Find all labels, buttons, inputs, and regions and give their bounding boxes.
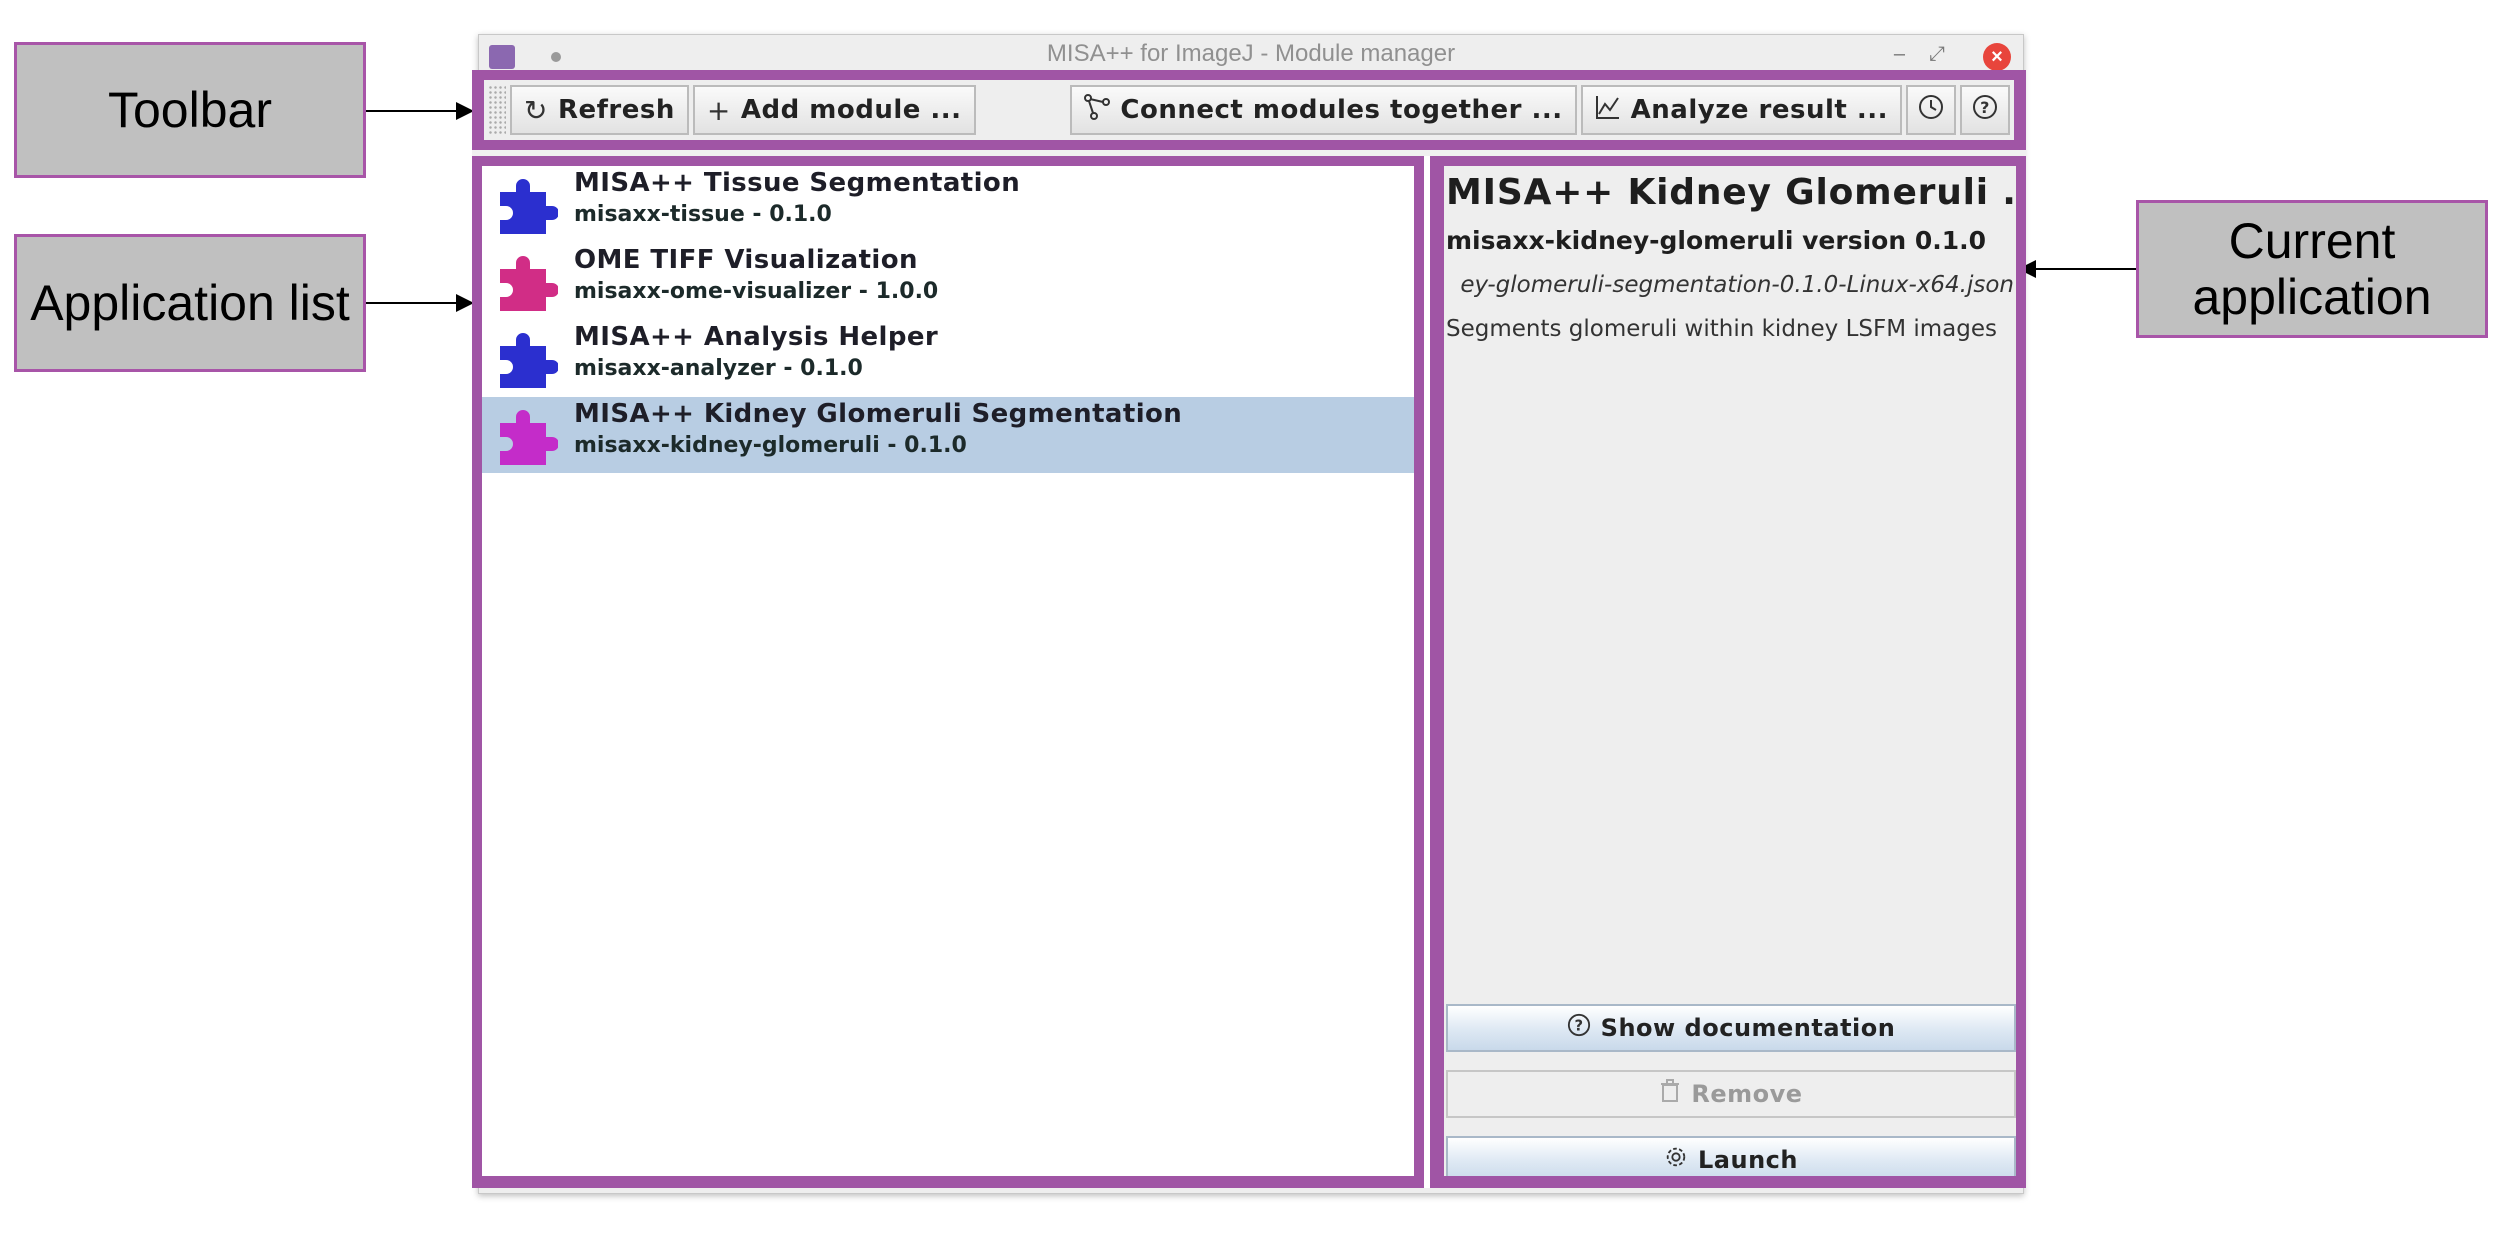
toolbar: ↻ Refresh + Add module ... Connect modul… [484, 80, 2014, 140]
remove-button[interactable]: Remove [1446, 1070, 2016, 1118]
puzzle-piece-icon [496, 405, 559, 467]
module-title: MISA++ Tissue Segmentation [574, 168, 1021, 198]
toolbar-grip[interactable] [488, 85, 506, 135]
launch-button[interactable]: Launch [1446, 1136, 2016, 1176]
toolbar-callout: Toolbar [14, 42, 366, 178]
trash-icon [1659, 1079, 1681, 1109]
module-subtitle: misaxx-tissue - 0.1.0 [574, 202, 832, 227]
chart-icon [1595, 94, 1621, 127]
module-subtitle: misaxx-analyzer - 0.1.0 [574, 356, 863, 381]
show-documentation-label: Show documentation [1600, 1014, 1896, 1042]
title-bar: MISA++ for ImageJ - Module manager – ⤢ × [479, 35, 2023, 73]
refresh-button[interactable]: ↻ Refresh [510, 85, 689, 135]
current-application-highlight: MISA++ Kidney Glomeruli ... misaxx-kidne… [1430, 156, 2026, 1188]
add-module-button[interactable]: + Add module ... [692, 85, 976, 135]
application-list: MISA++ Tissue Segmentation misaxx-tissue … [482, 166, 1414, 1176]
svg-text:?: ? [1574, 1018, 1583, 1035]
graph-icon [1084, 93, 1111, 127]
show-documentation-button[interactable]: ? Show documentation [1446, 1004, 2016, 1052]
window-title: MISA++ for ImageJ - Module manager [1046, 40, 1456, 67]
module-list-item[interactable]: MISA++ Tissue Segmentation misaxx-tissue … [482, 166, 1414, 242]
analyze-result-button[interactable]: Analyze result ... [1580, 85, 1902, 135]
toolbar-callout-label: Toolbar [108, 82, 272, 138]
module-list-item[interactable]: OME TIFF Visualization misaxx-ome-visuali… [482, 243, 1414, 319]
remove-label: Remove [1691, 1080, 1803, 1108]
current-application-callout-label-1: Current [2228, 213, 2396, 269]
current-application-panel: MISA++ Kidney Glomeruli ... misaxx-kidne… [1444, 166, 2016, 1176]
application-list-callout-label: Application list [30, 275, 350, 331]
refresh-icon: ↻ [524, 93, 548, 127]
module-title: MISA++ Analysis Helper [574, 322, 939, 352]
toolbar-highlight: ↻ Refresh + Add module ... Connect modul… [472, 70, 2026, 150]
minimize-icon[interactable]: – [1894, 43, 1905, 65]
toolbar-arrow [366, 102, 474, 120]
analyze-result-label: Analyze result ... [1630, 95, 1888, 125]
gear-icon [1664, 1145, 1688, 1175]
puzzle-piece-icon [496, 174, 559, 236]
svg-text:?: ? [1980, 98, 1990, 117]
maximize-icon[interactable]: ⤢ [1929, 43, 1945, 65]
current-application-callout-label-2: application [2192, 269, 2432, 325]
application-list-highlight: MISA++ Tissue Segmentation misaxx-tissue … [472, 156, 1424, 1188]
module-title: MISA++ Kidney Glomeruli Segmentation [574, 399, 1183, 429]
module-list-item[interactable]: MISA++ Kidney Glomeruli Segmentation misa… [482, 397, 1414, 473]
current-application-callout: Current application [2136, 200, 2488, 338]
current-application-title: MISA++ Kidney Glomeruli ... [1446, 172, 2016, 213]
add-module-label: Add module ... [740, 95, 962, 125]
connect-modules-button[interactable]: Connect modules together ... [1070, 85, 1577, 135]
pin-icon[interactable] [551, 52, 561, 62]
current-application-arrow [2018, 260, 2136, 278]
module-subtitle: misaxx-kidney-glomeruli - 0.1.0 [574, 433, 967, 458]
puzzle-piece-icon [496, 328, 559, 390]
app-icon [489, 45, 515, 69]
help-icon: ? [1567, 1013, 1591, 1043]
current-application-version: misaxx-kidney-glomeruli version 0.1.0 [1446, 226, 1987, 255]
module-title: OME TIFF Visualization [574, 245, 918, 275]
help-icon: ? [1972, 94, 1998, 127]
history-button[interactable] [1906, 85, 1956, 135]
current-application-description: Segments glomeruli within kidney LSFM im… [1446, 316, 1997, 342]
plus-icon: + [706, 93, 731, 127]
application-list-callout: Application list [14, 234, 366, 372]
help-button[interactable]: ? [1960, 85, 2010, 135]
application-list-arrow [366, 294, 474, 312]
module-subtitle: misaxx-ome-visualizer - 1.0.0 [574, 279, 939, 304]
refresh-label: Refresh [557, 95, 675, 125]
clock-icon [1918, 94, 1944, 127]
connect-modules-label: Connect modules together ... [1120, 95, 1563, 125]
puzzle-piece-icon [496, 251, 559, 313]
launch-label: Launch [1698, 1146, 1798, 1174]
current-application-file: ey-glomeruli-segmentation-0.1.0-Linux-x6… [1460, 272, 2014, 298]
module-list-item[interactable]: MISA++ Analysis Helper misaxx-analyzer - … [482, 320, 1414, 396]
close-icon[interactable]: × [1983, 43, 2011, 71]
